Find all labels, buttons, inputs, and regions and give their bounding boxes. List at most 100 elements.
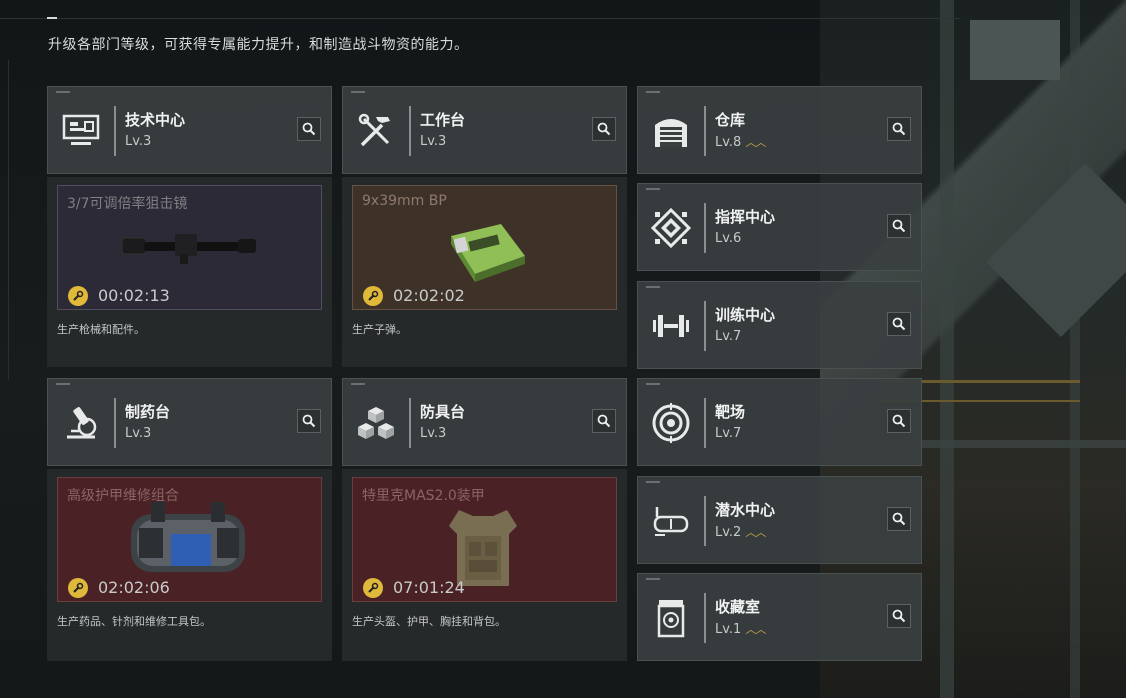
wrench-timer-icon: [68, 578, 88, 598]
department-card-training[interactable]: 训练中心 Lv.7: [637, 281, 922, 369]
upgrade-available-icon: ︿︿: [745, 526, 766, 539]
search-icon[interactable]: [297, 117, 321, 141]
production-panel-armor[interactable]: 特里克MAS2.0装甲 07:01:24 生产头盔、护甲、胸挂和背包。: [342, 469, 627, 661]
department-name: 技术中心: [125, 111, 186, 129]
department-name: 训练中心: [715, 306, 776, 324]
target-icon: [649, 401, 693, 445]
production-item-name: 特里克MAS2.0装甲: [362, 488, 485, 504]
card-separator: [409, 106, 411, 156]
collection-icon: [649, 596, 693, 640]
scope-image: [121, 234, 256, 264]
production-timer: 00:02:13: [98, 286, 170, 305]
search-icon[interactable]: [887, 312, 911, 336]
card-tag: [646, 481, 660, 483]
department-level: Lv.3: [420, 134, 447, 149]
department-name: 收藏室: [715, 598, 761, 616]
search-icon[interactable]: [887, 604, 911, 628]
department-card-command[interactable]: 指挥中心 Lv.6: [637, 183, 922, 271]
command-emblem-icon: [649, 206, 693, 250]
department-name: 潜水中心: [715, 501, 776, 519]
production-slot[interactable]: 9x39mm BP 02:02:02: [352, 185, 617, 310]
production-item-name: 3/7可调倍率狙击镜: [67, 196, 188, 212]
department-level: Lv.7: [715, 426, 742, 441]
side-divider: [8, 60, 9, 380]
department-name: 防具台: [420, 403, 466, 421]
department-name: 制药台: [125, 403, 171, 421]
card-separator: [704, 203, 706, 253]
card-separator: [409, 398, 411, 448]
card-tag: [646, 188, 660, 190]
card-tag: [646, 578, 660, 580]
card-tag: [56, 383, 70, 385]
card-tag: [646, 383, 660, 385]
upgrade-available-icon: ︿︿: [745, 136, 766, 149]
repair-kit-image: [131, 502, 245, 572]
card-tag: [56, 91, 70, 93]
header-tick: [47, 17, 57, 19]
microscope-icon: [59, 401, 103, 445]
header-divider: [0, 18, 960, 19]
department-name: 指挥中心: [715, 208, 776, 226]
department-card-collection[interactable]: 收藏室 Lv.1 ︿︿: [637, 573, 922, 661]
search-icon[interactable]: [592, 409, 616, 433]
card-separator: [704, 593, 706, 643]
department-card-range[interactable]: 靶场 Lv.7: [637, 378, 922, 466]
garage-icon: [649, 109, 693, 153]
search-icon[interactable]: [592, 117, 616, 141]
search-icon[interactable]: [887, 214, 911, 238]
department-card-warehouse[interactable]: 仓库 Lv.8 ︿︿: [637, 86, 922, 174]
card-tag: [646, 286, 660, 288]
production-timer: 02:02:06: [98, 578, 170, 597]
cubes-icon: [354, 401, 398, 445]
search-icon[interactable]: [887, 409, 911, 433]
card-tag: [646, 91, 660, 93]
department-card-pharmacy[interactable]: 制药台 Lv.3: [47, 378, 332, 466]
department-description: 生产子弹。: [352, 323, 407, 336]
department-level: Lv.3: [125, 134, 152, 149]
department-description: 生产枪械和配件。: [57, 323, 145, 336]
department-level: Lv.3: [420, 426, 447, 441]
dumbbell-icon: [649, 304, 693, 348]
card-separator: [704, 398, 706, 448]
search-icon[interactable]: [887, 507, 911, 531]
production-timer: 02:02:02: [393, 286, 465, 305]
search-icon[interactable]: [887, 117, 911, 141]
card-separator: [704, 301, 706, 351]
department-name: 靶场: [715, 403, 746, 421]
card-tag: [351, 383, 365, 385]
hammer-wrench-icon: [354, 109, 398, 153]
department-description: 生产头盔、护甲、胸挂和背包。: [352, 615, 506, 628]
card-separator: [114, 106, 116, 156]
department-level: Lv.1 ︿︿: [715, 622, 766, 637]
production-timer: 07:01:24: [393, 578, 465, 597]
production-slot[interactable]: 特里克MAS2.0装甲 07:01:24: [352, 477, 617, 602]
department-name: 工作台: [420, 111, 466, 129]
department-card-tech[interactable]: 技术中心 Lv.3: [47, 86, 332, 174]
card-separator: [704, 496, 706, 546]
page-subtitle: 升级各部门等级，可获得专属能力提升，和制造战斗物资的能力。: [48, 37, 469, 53]
department-name: 仓库: [715, 111, 746, 129]
production-slot[interactable]: 3/7可调倍率狙击镜 00:02:13: [57, 185, 322, 310]
production-item-name: 9x39mm BP: [362, 193, 447, 209]
wrench-timer-icon: [68, 286, 88, 306]
search-icon[interactable]: [297, 409, 321, 433]
department-level: Lv.7: [715, 329, 742, 344]
ammo-box-image: [451, 224, 525, 282]
department-card-armor[interactable]: 防具台 Lv.3: [342, 378, 627, 466]
department-description: 生产药品、针剂和维修工具包。: [57, 615, 211, 628]
department-card-workbench[interactable]: 工作台 Lv.3: [342, 86, 627, 174]
department-card-diving[interactable]: 潜水中心 Lv.2 ︿︿: [637, 476, 922, 564]
production-panel-tech[interactable]: 3/7可调倍率狙击镜 00:02:13 生产枪械和配件。: [47, 177, 332, 367]
production-panel-workbench[interactable]: 9x39mm BP 02:02:02 生产子弹。: [342, 177, 627, 367]
department-level: Lv.3: [125, 426, 152, 441]
department-level: Lv.8 ︿︿: [715, 135, 766, 150]
wrench-timer-icon: [363, 286, 383, 306]
card-separator: [114, 398, 116, 448]
computer-icon: [59, 109, 103, 153]
diving-mask-icon: [649, 499, 693, 543]
production-panel-pharmacy[interactable]: 高级护甲维修组合 02:02:06 生产药品、针剂和维修工具包。: [47, 469, 332, 661]
production-slot[interactable]: 高级护甲维修组合 02:02:06: [57, 477, 322, 602]
department-level: Lv.2 ︿︿: [715, 525, 766, 540]
wrench-timer-icon: [363, 578, 383, 598]
card-tag: [351, 91, 365, 93]
